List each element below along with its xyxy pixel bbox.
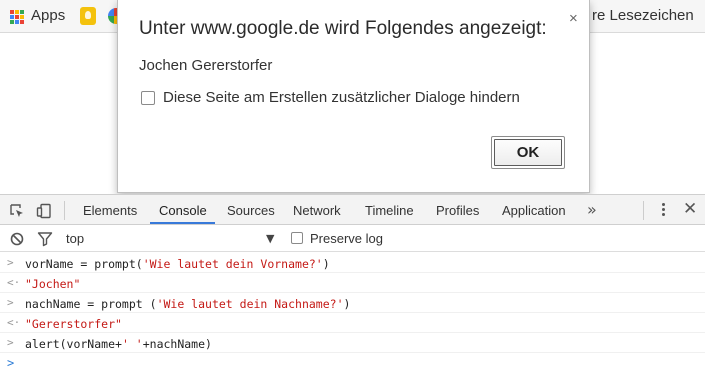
string-literal: "Jochen"	[25, 277, 81, 291]
code-token: vorName = prompt(	[25, 257, 143, 271]
tab-sources[interactable]: Sources	[227, 203, 275, 218]
string-literal: ' '	[121, 337, 143, 351]
close-icon[interactable]: ×	[569, 10, 578, 27]
tab-console[interactable]: Console	[159, 203, 207, 218]
code-token: +nachName)	[142, 337, 212, 351]
toolbar-divider	[64, 201, 65, 220]
suppress-dialogs-checkbox[interactable]	[141, 91, 155, 105]
console-code: vorName = prompt('Wie lautet dein Vornam…	[25, 257, 330, 271]
string-literal: "Gererstorfer"	[25, 317, 122, 331]
dialog-title: Unter www.google.de wird Folgendes angez…	[139, 18, 547, 39]
console-code: alert(vorName+' '+nachName)	[25, 337, 212, 351]
alert-dialog: Unter www.google.de wird Folgendes angez…	[117, 0, 590, 193]
console-code: "Jochen"	[25, 277, 80, 291]
console-code: nachName = prompt ('Wie lautet dein Nach…	[25, 297, 350, 311]
filter-icon[interactable]	[37, 231, 53, 247]
suppress-dialogs-label[interactable]: Diese Seite am Erstellen zusätzlicher Di…	[163, 89, 520, 106]
clear-console-icon[interactable]	[9, 231, 25, 247]
close-devtools-icon[interactable]: ✕	[683, 199, 697, 219]
preserve-log-checkbox[interactable]	[291, 232, 303, 244]
inspect-element-icon[interactable]	[9, 203, 25, 219]
tab-elements[interactable]: Elements	[83, 203, 137, 218]
chevron-down-icon[interactable]: ▼	[266, 232, 274, 245]
result-arrow-icon: <·	[7, 276, 21, 289]
result-arrow-icon: <·	[7, 316, 21, 329]
tab-application[interactable]: Application	[502, 203, 566, 218]
string-literal: 'Wie lautet dein Nachname?'	[156, 297, 344, 311]
console-input-line: > alert(vorName+' '+nachName)	[0, 333, 705, 353]
code-token: nachName = prompt (	[25, 297, 157, 311]
console-input-line: > nachName = prompt ('Wie lautet dein Nac…	[0, 293, 705, 313]
ok-button-label: OK	[516, 144, 540, 161]
prompt-chevron-icon: >	[7, 356, 15, 370]
console-output: > vorName = prompt('Wie lautet dein Vorna…	[0, 253, 705, 373]
console-result-line: <· "Jochen"	[0, 273, 705, 293]
apps-grid-icon[interactable]	[10, 10, 24, 24]
other-bookmarks-link[interactable]: re Lesezeichen	[592, 7, 694, 24]
tab-profiles[interactable]: Profiles	[436, 203, 479, 218]
console-input-line: > vorName = prompt('Wie lautet dein Vorna…	[0, 253, 705, 273]
ok-button[interactable]: OK	[491, 136, 565, 169]
string-literal: 'Wie lautet dein Vorname?'	[142, 257, 323, 271]
context-selector[interactable]: top	[66, 231, 84, 246]
kebab-menu-icon[interactable]	[661, 201, 667, 221]
input-chevron-icon: >	[7, 256, 14, 269]
input-chevron-icon: >	[7, 296, 14, 309]
preserve-log-label[interactable]: Preserve log	[310, 231, 383, 246]
console-code: "Gererstorfer"	[25, 317, 122, 331]
more-tabs-icon[interactable]: »	[587, 200, 597, 219]
toolbar-divider	[643, 201, 644, 220]
devtools-toolbar: Elements Console Sources Network Timelin…	[0, 194, 705, 225]
browser-window: Apps re Lesezeichen Unter www.google.de …	[0, 0, 705, 389]
console-result-line: <· "Gererstorfer"	[0, 313, 705, 333]
active-tab-indicator	[150, 222, 215, 224]
console-filter-bar: top ▼ Preserve log	[0, 225, 705, 252]
console-prompt[interactable]: >	[0, 353, 705, 373]
code-token: alert(vorName+	[25, 337, 122, 351]
code-token: )	[322, 257, 330, 271]
input-chevron-icon: >	[7, 336, 14, 349]
lightbulb-icon[interactable]	[80, 7, 96, 25]
dialog-message: Jochen Gererstorfer	[139, 57, 273, 74]
tab-timeline[interactable]: Timeline	[365, 203, 414, 218]
bookmark-apps[interactable]: Apps	[31, 7, 65, 24]
device-toolbar-icon[interactable]	[36, 203, 52, 219]
tab-network[interactable]: Network	[293, 203, 341, 218]
code-token: )	[343, 297, 351, 311]
